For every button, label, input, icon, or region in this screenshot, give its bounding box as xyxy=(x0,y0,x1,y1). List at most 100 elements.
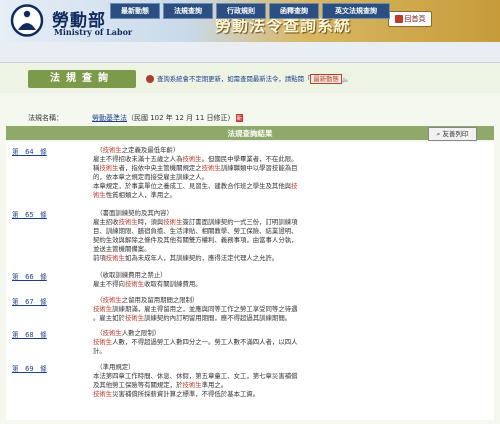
article-text: （ xyxy=(93,146,103,154)
law-name-link[interactable]: 勞動基準法 xyxy=(92,114,127,122)
keyword-highlight: 技 xyxy=(291,181,298,190)
article-line: 技術生災害補償所採薪資計算之標準，不得低於基本工資。 xyxy=(93,390,393,399)
article-link[interactable]: 第 65 條 xyxy=(12,209,47,219)
article-text: 雇主不得招收未滿十五歲之人為 xyxy=(93,154,183,163)
article-text: 並送主管機關備案。 xyxy=(93,244,151,253)
article-text: 雇主招收 xyxy=(93,217,119,226)
article-text: 計。 xyxy=(93,346,106,355)
article-line: 本法第四章工作時間、休息、休假，第五章童工、女工，第七章災害補償 xyxy=(93,372,393,381)
ministry-name-en: Ministry of Labor xyxy=(54,27,133,37)
article-body: （準用規定） 本法第四章工作時間、休息、休假，第五章童工、女工，第七章災害補償 及其… xyxy=(93,363,393,399)
article-text: 本法第四章工作時間、休息、休假，第五章童工、女工，第七章災害補償 xyxy=(93,371,298,380)
article-line: 本章規定，於事業單位之養成工、見習生、建教合作班之學生及其他與技 xyxy=(93,182,393,191)
article-line: 技術生人數，不得超過勞工人數四分之一。勞工人數不滿四人者，以四人 xyxy=(93,338,393,347)
article-line: 計。 xyxy=(93,347,393,356)
article-line: 雇主招收技術生時，須與技術生簽訂書面訓練契約一式三份，訂明訓練項 xyxy=(93,218,393,227)
article-text: （準用規定） xyxy=(93,363,135,371)
article-text: 之定義及最低年齡） xyxy=(121,146,180,154)
article-text: 者，指依中央主管機關規定之 xyxy=(118,163,202,172)
tab-admin-rules[interactable]: 行政規則 xyxy=(216,3,266,19)
tab-law-search[interactable]: 法規查詢 xyxy=(163,3,213,19)
law-amended-date: （民國 102 年 12 月 11 日修正） xyxy=(127,114,235,122)
tab-latest-news[interactable]: 最新動態 xyxy=(110,3,160,19)
tab-english-laws[interactable]: 英文法規查詢 xyxy=(322,3,390,19)
print-button-label: 友善列印 xyxy=(442,130,469,138)
article-text: 災害補償所採薪資計算之標準，不得低於基本工資。 xyxy=(112,389,260,398)
article-text: 收取有關訓練費用。 xyxy=(144,279,202,288)
article-line: 雇主不得招收未滿十五歲之人為技術生。但國民中學畢業者，不在此限。 xyxy=(93,155,393,164)
keyword-highlight: 術生 xyxy=(93,190,106,199)
law-name-label: 法規名稱： xyxy=(28,114,63,122)
keyword-highlight: 技術生 xyxy=(102,329,122,337)
article-text: 。但國民中學畢業者，不在此限。 xyxy=(201,154,298,163)
article-line: 前項技術生如為未成年人，其訓練契約，應得法定代理人之允許。 xyxy=(93,254,393,263)
new-badge: 新 xyxy=(235,114,244,122)
article-text: （收取訓練費用之禁止） xyxy=(93,271,167,279)
article-line: （書面訓練契約及其內容） xyxy=(93,209,393,218)
home-button-label: 回首頁 xyxy=(404,15,426,23)
article-text: 目、訓練期限、膳宿負擔、生活津貼、相關教學、勞工保險、結業證明、 xyxy=(93,226,298,235)
article-link[interactable]: 第 67 條 xyxy=(12,296,47,306)
article-line: 及其他勞工保險等有關規定，於技術生準用之。 xyxy=(93,381,393,390)
keyword-highlight: 技術生 xyxy=(102,146,122,154)
results-title: 法規查詢結果 xyxy=(227,129,273,138)
keyword-highlight: 技術生 xyxy=(118,217,138,226)
keyword-highlight: 技術生 xyxy=(102,296,122,304)
article-text: 的，依本章之規定而接受雇主訓練之人。 xyxy=(93,172,209,181)
ministry-logo-icon xyxy=(10,4,44,37)
keyword-highlight: 技術生 xyxy=(201,163,221,172)
article-line: （技術生之留用及留用期間之限制） xyxy=(93,296,393,305)
keyword-highlight: 技術生 xyxy=(93,304,113,313)
law-name-value: 勞動基準法（民國 102 年 12 月 11 日修正）新 xyxy=(92,113,244,123)
article-text: 。雇主如於 xyxy=(93,313,125,322)
article-text: 訓練契約內訂明留用期間，應不得超過其訓練期間。 xyxy=(144,313,292,322)
article-text: （ xyxy=(93,329,103,337)
article-text: 之留用及留用期間之限制） xyxy=(121,296,199,304)
keyword-highlight: 技術生 xyxy=(93,337,113,346)
article-line: 稱技術生者，指依中央主管機關規定之技術生訓練職類中以學習技能為目 xyxy=(93,164,393,173)
article-link[interactable]: 第 68 條 xyxy=(12,329,47,339)
article-line: （收取訓練費用之禁止） xyxy=(93,271,393,280)
article-text: 契約生效與解除之條件及其他有關雙方權利、義務事項，由當事人分執， xyxy=(93,235,298,244)
keyword-highlight: 技術生 xyxy=(182,380,202,389)
article-line: 的，依本章之規定而接受雇主訓練之人。 xyxy=(93,173,393,182)
notice-text: 查詢系統會不定期更新，如需查閱最新法令，請點閱「 xyxy=(157,75,311,83)
article-link[interactable]: 第 66 條 xyxy=(12,271,47,281)
article-text: 性質相類之人，準用之。 xyxy=(105,190,177,199)
article-line: （準用規定） xyxy=(93,363,393,372)
article-line: 並送主管機關備案。 xyxy=(93,245,393,254)
article-text: 如為未成年人，其訓練契約，應得法定代理人之允許。 xyxy=(124,253,279,262)
article-text: 雇主不得向 xyxy=(93,279,125,288)
notice-icon xyxy=(146,75,154,83)
article-text: 訓練期滿，雇主得留用之，並應與同等工作之勞工享受同等之待遇 xyxy=(112,304,298,313)
section-title: 法規查詢 xyxy=(28,70,136,88)
keyword-highlight: 技術生 xyxy=(182,154,202,163)
article-body: （收取訓練費用之禁止） 雇主不得向技術生收取有關訓練費用。 xyxy=(93,271,393,289)
keyword-highlight: 技術生 xyxy=(124,313,145,322)
keyword-highlight: 技術生 xyxy=(99,163,119,172)
article-body: （技術生人數之限制） 技術生人數，不得超過勞工人數四分之一。勞工人數不滿四人者，以… xyxy=(93,329,393,356)
tab-interpretations[interactable]: 函釋查詢 xyxy=(269,3,319,19)
article-line: 雇主不得向技術生收取有關訓練費用。 xyxy=(93,280,393,289)
article-text: 人數之限制） xyxy=(121,329,161,337)
home-icon xyxy=(394,15,403,23)
article-text: 時，須與 xyxy=(137,217,164,226)
article-line: 技術生訓練期滿，雇主得留用之，並應與同等工作之勞工享受同等之待遇 xyxy=(93,305,393,314)
article-line: 目、訓練期限、膳宿負擔、生活津貼、相關教學、勞工保險、結業證明、 xyxy=(93,227,393,236)
home-button[interactable]: 回首頁 xyxy=(388,11,432,27)
article-text: 簽訂書面訓練契約一式三份，訂明訓練項 xyxy=(182,217,298,226)
print-button[interactable]: ⌕ 友善列印 xyxy=(428,127,477,141)
keyword-highlight: 技術生 xyxy=(124,279,145,288)
update-notice: 查詢系統會不定期更新，如需查閱最新法令，請點閱「 最新動態」。 xyxy=(157,74,352,84)
latest-news-link[interactable]: 最新動態 xyxy=(310,74,342,84)
article-link[interactable]: 第 69 條 xyxy=(12,363,47,373)
notice-suffix: 」。 xyxy=(341,75,352,83)
article-text: （ xyxy=(93,296,103,304)
article-text: （書面訓練契約及其內容） xyxy=(93,209,173,217)
article-line: （技術生人數之限制） xyxy=(93,329,393,338)
article-body: （書面訓練契約及其內容） 雇主招收技術生時，須與技術生簽訂書面訓練契約一式三份，訂… xyxy=(93,209,393,262)
article-link[interactable]: 第 64 條 xyxy=(12,146,47,156)
article-text: 本章規定，於事業單位之養成工、見習生、建教合作班之學生及其他與 xyxy=(93,181,292,190)
article-text: 訓練職類中以學習技能為目 xyxy=(220,163,298,172)
article-line: 契約生效與解除之條件及其他有關雙方權利、義務事項，由當事人分執， xyxy=(93,236,393,245)
